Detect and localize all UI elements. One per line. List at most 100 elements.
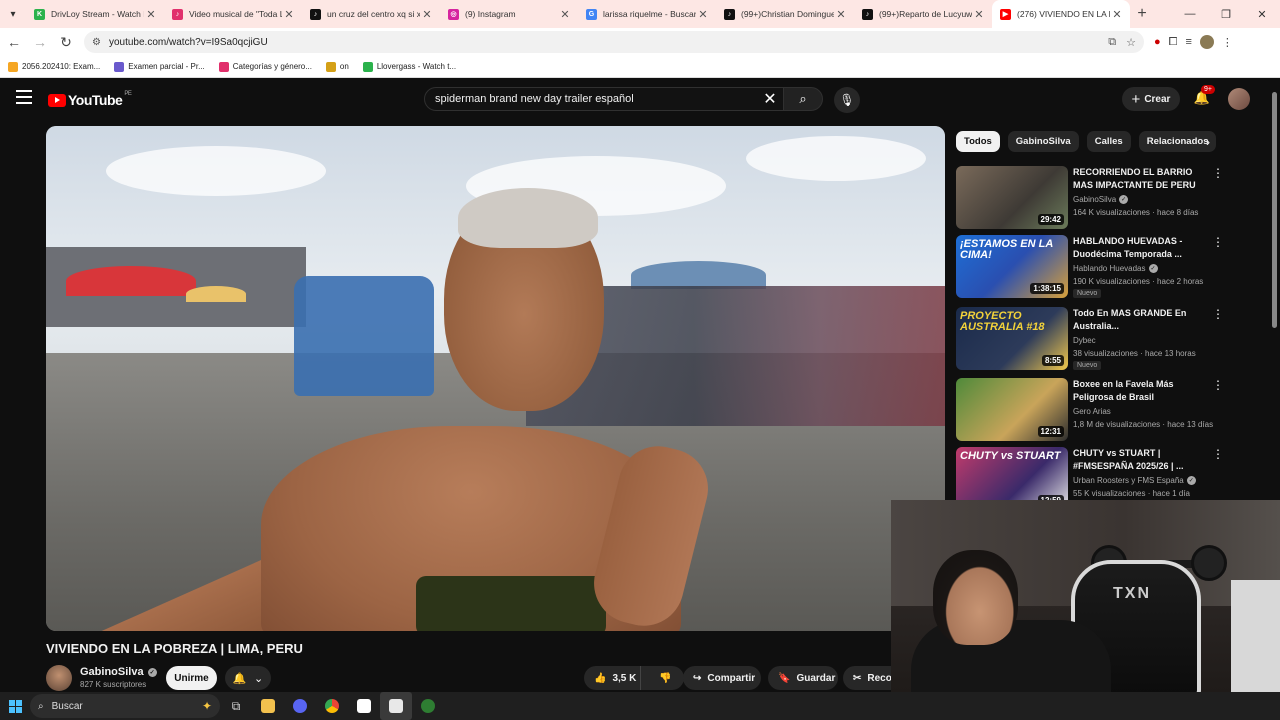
recommendation-thumbnail[interactable]: PROYECTO AUSTRALIA #18 8:55 — [956, 307, 1068, 370]
close-tab-icon[interactable]: ✕ — [558, 8, 572, 21]
recommendation-channel-name[interactable]: Hablando Huevadas — [1073, 264, 1146, 273]
youtube-logo[interactable]: YouTube PE — [48, 91, 132, 108]
bookmark-item[interactable]: 2056.202410: Exam... — [8, 61, 100, 72]
bookmark-star-icon[interactable]: ☆ — [1126, 36, 1136, 49]
recommendation-channel-name[interactable]: Gero Arias — [1073, 407, 1111, 416]
forward-icon[interactable]: → — [28, 30, 52, 54]
browser-tab[interactable]: ◎ (9) Instagram ✕ — [440, 0, 578, 28]
voice-search-mic-icon[interactable]: 🎙 — [834, 87, 860, 113]
extensions-icon[interactable]: ⧠ — [1169, 36, 1178, 49]
browser-tab[interactable]: ♪ un cruz del centro xq si x ✕ — [302, 0, 440, 28]
channel-name[interactable]: GabinoSilva ✓ — [80, 666, 157, 678]
chevron-right-icon[interactable]: › — [1198, 131, 1218, 153]
minimize-icon[interactable]: — — [1172, 8, 1208, 21]
browser-tab[interactable]: ▶ (276) VIVIENDO EN LA PO✕ — [992, 0, 1130, 28]
filter-chip[interactable]: GabinoSilva — [1007, 131, 1079, 152]
bookmark-item[interactable]: Categorías y género... — [218, 61, 312, 72]
join-button[interactable]: Unirme — [166, 666, 217, 690]
recommendation-thumbnail[interactable]: 29:42 — [956, 166, 1068, 229]
recommendation-channel[interactable]: Urban Roosters y FMS España ✓ — [1073, 476, 1196, 485]
tab-search-chevron-icon[interactable]: ▾ — [0, 0, 26, 28]
recommendation-title[interactable]: HABLANDO HUEVADAS - Duodécima Temporada … — [1073, 235, 1213, 261]
browser-tab[interactable]: ♪ Video musical de "Toda L ✕ — [164, 0, 302, 28]
browser-menu-icon[interactable]: ⋮ — [1222, 36, 1233, 49]
bookmark-item[interactable]: on — [325, 61, 349, 72]
more-options-icon[interactable]: ⋮ — [1212, 378, 1224, 392]
recommendation-channel[interactable]: Dybec — [1073, 336, 1096, 345]
close-window-icon[interactable]: ✕ — [1244, 8, 1280, 21]
reload-icon[interactable]: ↻ — [54, 30, 78, 54]
back-icon[interactable]: ← — [2, 30, 26, 54]
clear-search-icon[interactable]: ✕ — [755, 89, 785, 109]
recommendation-item[interactable]: 29:42 RECORRIENDO EL BARRIO MAS IMPACTANT… — [956, 166, 1224, 230]
recommendation-channel[interactable]: GabinoSilva ✓ — [1073, 195, 1129, 204]
start-button[interactable] — [0, 692, 30, 720]
dislike-button[interactable]: 👎 — [647, 673, 684, 684]
recommendation-item[interactable]: PROYECTO AUSTRALIA #18 8:55 Todo En MAS GR… — [956, 307, 1224, 371]
bookmark-item[interactable]: Llovergass - Watch t... — [362, 61, 456, 72]
recommendation-item[interactable]: ¡ESTAMOS EN LA CIMA! 1:38:15 HABLANDO HUEV… — [956, 235, 1224, 299]
capcut-icon[interactable] — [348, 692, 380, 720]
page-scrollbar[interactable] — [1272, 92, 1277, 328]
recommendation-channel[interactable]: Hablando Huevadas ✓ — [1073, 264, 1158, 273]
account-avatar[interactable] — [1228, 88, 1250, 110]
recommendation-channel[interactable]: Gero Arias — [1073, 407, 1111, 416]
like-button[interactable]: 👍 3,5 K — [584, 666, 641, 690]
channel-name-text[interactable]: GabinoSilva — [80, 666, 144, 678]
recommendation-channel-name[interactable]: Urban Roosters y FMS España — [1073, 476, 1184, 485]
channel-avatar[interactable] — [46, 665, 72, 691]
install-app-icon[interactable]: ⧉ — [1108, 36, 1116, 49]
filter-chip[interactable]: Todos — [956, 131, 1000, 152]
more-options-icon[interactable]: ⋮ — [1212, 166, 1224, 180]
share-button[interactable]: ↪ Compartir — [683, 666, 761, 690]
hamburger-menu-icon[interactable] — [16, 90, 32, 104]
search-input[interactable]: spiderman brand new day trailer español … — [424, 87, 786, 111]
new-tab-button[interactable]: + — [1130, 5, 1154, 23]
more-options-icon[interactable]: ⋮ — [1212, 447, 1224, 461]
extension-badge-icon[interactable]: ● — [1154, 36, 1161, 48]
discord-icon[interactable] — [284, 692, 316, 720]
restore-icon[interactable]: ❐ — [1208, 8, 1244, 21]
recommendation-thumbnail[interactable]: 12:31 — [956, 378, 1068, 441]
search-button[interactable]: ⌕ — [783, 87, 823, 111]
create-button[interactable]: + Crear — [1122, 87, 1180, 111]
file-explorer-icon[interactable] — [252, 692, 284, 720]
video-player[interactable] — [46, 126, 945, 631]
task-view-icon[interactable]: ⧉ — [220, 692, 252, 720]
url-text[interactable]: youtube.com/watch?v=I9Sa0qcjiGU — [109, 37, 1108, 48]
recommendation-item[interactable]: 12:31 Boxee en la Favela Más Peligrosa de… — [956, 378, 1224, 442]
browser-tab[interactable]: ♪ (99+)Christian Dominguez ✕ — [716, 0, 854, 28]
close-tab-icon[interactable]: ✕ — [282, 8, 296, 21]
chrome-icon[interactable] — [316, 692, 348, 720]
browser-tab[interactable]: K DrivLoy Stream - Watch L ✕ — [26, 0, 164, 28]
more-options-icon[interactable]: ⋮ — [1212, 307, 1224, 321]
recommendation-channel-name[interactable]: Dybec — [1073, 336, 1096, 345]
save-button[interactable]: 🔖 Guardar — [768, 666, 838, 690]
more-options-icon[interactable]: ⋮ — [1212, 235, 1224, 249]
close-tab-icon[interactable]: ✕ — [972, 8, 986, 21]
recommendation-title[interactable]: CHUTY vs STUART | #FMSESPAÑA 2025/26 | .… — [1073, 447, 1213, 473]
recommendation-thumbnail[interactable]: ¡ESTAMOS EN LA CIMA! 1:38:15 — [956, 235, 1068, 298]
media-controls-icon[interactable]: ≡ — [1185, 36, 1191, 48]
notepad-icon[interactable] — [380, 692, 412, 720]
recommendation-title[interactable]: Boxee en la Favela Más Peligrosa de Bras… — [1073, 378, 1213, 404]
profile-avatar[interactable] — [1199, 35, 1214, 49]
address-bar[interactable]: ⚙ youtube.com/watch?v=I9Sa0qcjiGU ⧉ ☆ — [84, 31, 1144, 53]
close-tab-icon[interactable]: ✕ — [696, 8, 710, 21]
browser-tab[interactable]: Glarissa riquelme - Buscar c ✕ — [578, 0, 716, 28]
recommendation-channel-name[interactable]: GabinoSilva — [1073, 195, 1116, 204]
bookmark-item[interactable]: Examen parcial - Pr... — [114, 61, 205, 72]
taskbar-search[interactable]: ⌕ Buscar ✦ — [30, 694, 220, 718]
close-tab-icon[interactable]: ✕ — [420, 8, 434, 21]
notification-settings-button[interactable]: 🔔 ⌄ — [225, 666, 271, 690]
site-info-icon[interactable]: ⚙ — [92, 37, 101, 48]
close-tab-icon[interactable]: ✕ — [1110, 8, 1124, 21]
browser-tab[interactable]: ♪ (99+)Reparto de Lucyuwi ✕ — [854, 0, 992, 28]
close-tab-icon[interactable]: ✕ — [144, 8, 158, 21]
filter-chip[interactable]: Calles — [1086, 131, 1131, 152]
app-icon[interactable] — [412, 692, 444, 720]
recommendation-title[interactable]: RECORRIENDO EL BARRIO MAS IMPACTANTE DE … — [1073, 166, 1213, 192]
close-tab-icon[interactable]: ✕ — [834, 8, 848, 21]
recommendation-title[interactable]: Todo En MAS GRANDE En Australia... — [1073, 307, 1213, 333]
search-query[interactable]: spiderman brand new day trailer español — [435, 93, 755, 105]
